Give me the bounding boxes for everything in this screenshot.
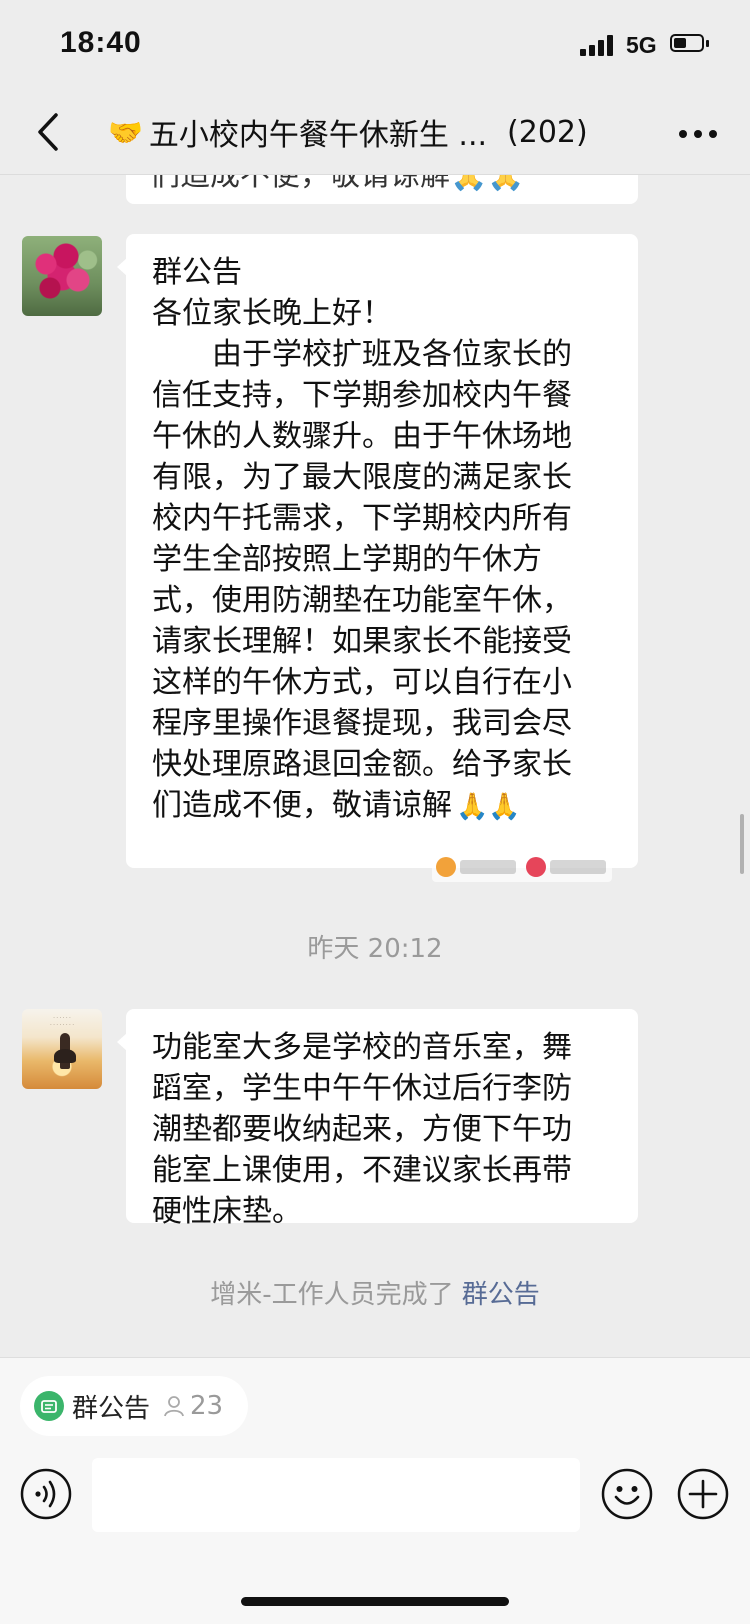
home-indicator[interactable]: [241, 1597, 509, 1606]
watermark-overlay: [432, 852, 612, 882]
scrollbar[interactable]: [740, 814, 744, 874]
back-button[interactable]: [18, 102, 78, 162]
announcement-link[interactable]: 群公告: [462, 1280, 540, 1310]
system-message-text: 增米-工作人员完成了: [210, 1280, 454, 1310]
more-button[interactable]: [668, 104, 728, 164]
voice-button[interactable]: [20, 1468, 72, 1520]
message-timestamp: 昨天 20:12: [307, 934, 443, 964]
message-bubble-announcement[interactable]: 群公告 各位家长晚上好！ 由于学校扩班及各位家长的 信任支持，下学期参加校内午餐…: [117, 234, 638, 882]
message-line-last: 们造成不便，敬请谅解 🙏🙏: [152, 785, 616, 828]
message-line: 请家长理解！如果家长不能接受: [152, 624, 572, 659]
handshake-icon: 🤝: [108, 115, 143, 149]
message-text: 们造成不便，敬请谅解🙏🙏: [150, 174, 525, 193]
status-time: 18:40: [60, 26, 142, 59]
cellular-signal-icon: [580, 34, 614, 56]
bottom-panel: 群公告 23: [0, 1357, 750, 1624]
message-line: 们造成不便，敬请谅解: [152, 788, 452, 823]
avatar[interactable]: [22, 236, 102, 316]
pray-hands-icon: 🙏🙏: [456, 792, 521, 822]
weibo-icon: [526, 857, 546, 877]
message-list[interactable]: 们造成不便，敬请谅解🙏🙏 群公告 各位家长晚上好！ 由于学校扩班及各位家长的 信…: [0, 174, 750, 1357]
message-bubble-previous[interactable]: 们造成不便，敬请谅解🙏🙏: [126, 174, 638, 204]
pinned-announcement-chip[interactable]: 群公告 23: [20, 1376, 248, 1436]
message-line: 校内午托需求，下学期校内所有: [152, 501, 572, 536]
message-line: 硬性床垫。: [152, 1194, 302, 1229]
watermark-logo-icon: [436, 857, 456, 877]
group-name: 五小校内午餐午休新生 ...: [148, 118, 488, 153]
emoji-button[interactable]: [601, 1468, 653, 1520]
pinned-read-count: 23: [190, 1391, 224, 1421]
battery-fill: [674, 38, 686, 48]
message-line: 功能室大多是学校的音乐室，舞: [152, 1030, 572, 1065]
member-count: (202): [507, 114, 588, 150]
announcement-heading: 群公告: [152, 255, 242, 290]
message-bubble-reply[interactable]: 功能室大多是学校的音乐室，舞 蹈室，学生中午午休过后行李防 潮垫都要收纳起来，方…: [117, 1009, 638, 1229]
message-line: 信任支持，下学期参加校内午餐: [152, 378, 572, 413]
pinned-label: 群公告: [72, 1393, 151, 1424]
emoji-icon: [601, 1468, 653, 1520]
message-line: 式，使用防潮垫在功能室午休，: [152, 583, 572, 618]
more-actions-button[interactable]: [677, 1468, 729, 1520]
chat-title[interactable]: 🤝 五小校内午餐午休新生 ... (202): [108, 110, 628, 154]
message-line: 能室上课使用，不建议家长再带: [152, 1153, 572, 1188]
more-dots-icon: [679, 130, 717, 138]
chat-header: 🤝 五小校内午餐午休新生 ... (202): [0, 92, 750, 175]
chevron-left-icon: [38, 113, 58, 151]
message-line: 由于学校扩班及各位家长的: [212, 337, 572, 372]
message-line: 午休的人数骤升。由于午休场地: [152, 419, 572, 454]
message-line: 潮垫都要收纳起来，方便下午功: [152, 1112, 572, 1147]
message-line: 这样的午休方式，可以自行在小: [152, 665, 572, 700]
avatar[interactable]: · · · · · · · · · · · · · ·: [22, 1009, 102, 1089]
message-line: 学生全部按照上学期的午休方: [152, 542, 542, 577]
system-message: 增米-工作人员完成了 群公告: [0, 1274, 750, 1311]
message-input[interactable]: [92, 1458, 580, 1532]
person-icon: [162, 1394, 186, 1418]
input-bar: [0, 1458, 750, 1548]
plus-icon: [677, 1468, 729, 1520]
message-line: 蹈室，学生中午午休过后行李防: [152, 1071, 572, 1106]
message-line: 快处理原路退回金额。给予家长: [152, 747, 572, 782]
message-line: 各位家长晚上好！: [152, 296, 392, 331]
voice-icon: [20, 1468, 72, 1520]
message-line: 有限，为了最大限度的满足家长: [152, 460, 572, 495]
battery-icon: [670, 34, 710, 54]
message-line: 程序里操作退餐提现，我司会尽: [152, 706, 572, 741]
network-type: 5G: [626, 32, 657, 58]
status-bar: 18:40 5G: [0, 0, 750, 92]
announcement-icon: [34, 1391, 64, 1421]
